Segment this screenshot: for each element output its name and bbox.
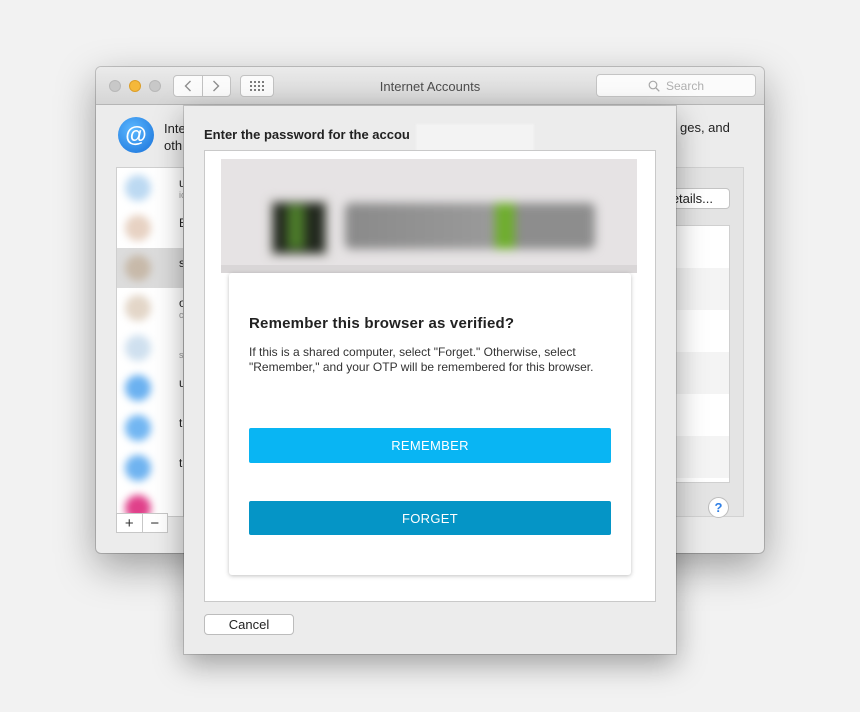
at-sign-icon: @: [118, 117, 154, 153]
account-list-item[interactable]: u ic: [117, 168, 183, 208]
account-icon: [125, 295, 151, 321]
account-sublabel: s: [179, 350, 184, 360]
account-list-item[interactable]: E: [117, 208, 183, 248]
account-icon: [125, 415, 151, 441]
title-bar: Internet Accounts Search: [96, 67, 764, 105]
account-list-item[interactable]: s: [117, 328, 183, 368]
account-icon: [125, 175, 151, 201]
account-sublabel: c: [179, 310, 184, 320]
account-icon: [125, 255, 151, 281]
blurred-logo-banner: [221, 159, 637, 273]
add-account-button[interactable]: +: [117, 514, 142, 532]
banner-divider: [221, 265, 637, 273]
search-icon: [648, 80, 660, 92]
search-field[interactable]: Search: [596, 74, 756, 97]
account-list[interactable]: u ic E s o c s u t ta: [116, 167, 184, 517]
search-placeholder: Search: [665, 78, 705, 93]
account-list-item[interactable]: u: [117, 368, 183, 408]
web-content: Remember this browser as verified? If th…: [204, 150, 656, 602]
add-remove-buttons: + −: [116, 513, 168, 533]
account-label: t: [179, 416, 183, 430]
account-icon: [125, 215, 151, 241]
password-sheet: Enter the password for the accou Remembe…: [184, 106, 676, 654]
account-list-item-selected[interactable]: s: [117, 248, 183, 288]
card-heading: Remember this browser as verified?: [249, 315, 515, 332]
logo-image: [221, 159, 637, 273]
account-list-item[interactable]: o c: [117, 288, 183, 328]
card-body-text: If this is a shared computer, select "Fo…: [249, 345, 594, 374]
account-list-item[interactable]: ta: [117, 448, 183, 488]
sheet-title: Enter the password for the accou: [204, 127, 410, 142]
verify-browser-card: Remember this browser as verified? If th…: [229, 273, 631, 575]
account-icon: [125, 455, 151, 481]
remove-account-button[interactable]: −: [141, 514, 168, 532]
account-icon: [125, 375, 151, 401]
cancel-button[interactable]: Cancel: [204, 614, 294, 635]
help-button[interactable]: ?: [708, 497, 729, 518]
remember-button[interactable]: REMEMBER: [249, 428, 611, 463]
account-list-item[interactable]: t: [117, 408, 183, 448]
account-icon: [125, 335, 151, 361]
forget-button[interactable]: FORGET: [249, 501, 611, 535]
description-text-right: ges, and: [680, 120, 730, 135]
